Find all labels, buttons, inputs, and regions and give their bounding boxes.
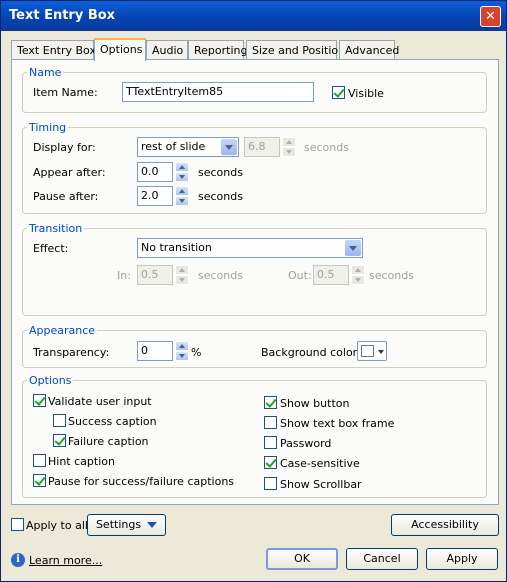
in-spinner[interactable] [175, 265, 189, 285]
item-name-input[interactable]: TTextEntryItem85 [122, 82, 314, 102]
in-input[interactable]: 0.5 [137, 265, 173, 285]
transparency-label: Transparency: [33, 346, 110, 359]
chevron-down-icon [147, 522, 158, 528]
tab-text-entry-box[interactable]: Text Entry Box [11, 40, 96, 60]
ok-button[interactable]: OK [266, 548, 338, 570]
case-sensitive-label: Case-sensitive [280, 457, 360, 470]
tab-reporting[interactable]: Reporting [188, 40, 247, 60]
pause-for-captions-label: Pause for success/failure captions [48, 475, 235, 488]
in-unit: seconds [198, 269, 243, 282]
display-seconds-unit: seconds [304, 141, 349, 154]
transparency-unit: % [191, 346, 202, 359]
show-scrollbar-label: Show Scrollbar [280, 478, 362, 491]
window-title: Text Entry Box [9, 8, 116, 23]
password-label: Password [280, 437, 332, 450]
password-checkbox[interactable] [264, 436, 277, 449]
apply-to-all-checkbox[interactable] [11, 518, 24, 531]
pause-for-captions-checkbox[interactable] [33, 474, 46, 487]
learn-more-link[interactable]: Learn more... [29, 554, 102, 567]
options-group-label: Options [27, 374, 74, 387]
out-label: Out: [288, 269, 312, 282]
display-seconds-spinner[interactable] [282, 137, 296, 157]
effect-select[interactable]: No transition [137, 238, 363, 258]
success-caption-label: Success caption [68, 415, 157, 428]
display-for-label: Display for: [33, 141, 96, 154]
title-bar: Text Entry Box ✕ [1, 1, 506, 31]
transparency-spinner[interactable] [175, 341, 189, 361]
out-unit: seconds [369, 269, 414, 282]
appear-after-spinner[interactable] [175, 162, 189, 182]
background-color-label: Background color: [261, 346, 361, 359]
out-spinner[interactable] [351, 265, 365, 285]
accessibility-button[interactable]: Accessibility [391, 514, 499, 536]
transition-group-label: Transition [27, 222, 85, 235]
pause-after-label: Pause after: [33, 190, 99, 203]
item-name-label: Item Name: [33, 86, 98, 99]
effect-label: Effect: [33, 242, 69, 255]
visible-label: Visible [348, 87, 384, 100]
show-text-box-frame-checkbox[interactable] [264, 416, 277, 429]
chevron-down-icon [345, 240, 361, 256]
failure-caption-label: Failure caption [68, 435, 149, 448]
tab-audio[interactable]: Audio [146, 40, 188, 60]
transparency-input[interactable]: 0 [137, 341, 173, 361]
apply-button[interactable]: Apply [426, 548, 498, 570]
appear-after-unit: seconds [198, 166, 243, 179]
settings-button[interactable]: Settings [87, 514, 166, 536]
in-label: In: [117, 269, 131, 282]
display-for-value: rest of slide [141, 140, 206, 153]
appear-after-input[interactable]: 0.0 [137, 162, 173, 182]
display-for-select[interactable]: rest of slide [137, 137, 239, 157]
tab-options[interactable]: Options [94, 38, 146, 61]
color-swatch [361, 345, 374, 357]
chevron-down-icon [221, 139, 237, 155]
info-icon: i [11, 553, 25, 567]
case-sensitive-checkbox[interactable] [264, 456, 277, 469]
name-group-label: Name [27, 66, 64, 79]
success-caption-checkbox[interactable] [53, 414, 66, 427]
close-button[interactable]: ✕ [480, 6, 501, 27]
show-scrollbar-checkbox[interactable] [264, 477, 277, 490]
apply-to-all-label: Apply to all [26, 519, 88, 532]
tab-size-and-position[interactable]: Size and Position [246, 40, 345, 60]
hint-caption-label: Hint caption [48, 455, 115, 468]
pause-after-spinner[interactable] [175, 186, 189, 206]
out-input[interactable]: 0.5 [313, 265, 349, 285]
validate-user-input-label: Validate user input [48, 395, 152, 408]
failure-caption-checkbox[interactable] [53, 434, 66, 447]
validate-user-input-checkbox[interactable] [33, 394, 46, 407]
show-text-box-frame-label: Show text box frame [280, 417, 395, 430]
effect-value: No transition [141, 241, 212, 254]
pause-after-unit: seconds [198, 190, 243, 203]
show-button-checkbox[interactable] [264, 396, 277, 409]
options-panel: Name Item Name: TTextEntryItem85 Visible… [11, 59, 499, 505]
tab-advanced[interactable]: Advanced [339, 40, 399, 60]
settings-button-label: Settings [95, 518, 142, 531]
hint-caption-checkbox[interactable] [33, 454, 46, 467]
timing-group-label: Timing [27, 121, 69, 134]
display-seconds-input[interactable]: 6.8 [244, 137, 280, 157]
pause-after-input[interactable]: 2.0 [137, 186, 173, 206]
chevron-down-icon [378, 350, 384, 354]
appearance-group-label: Appearance [27, 324, 98, 337]
show-button-label: Show button [280, 397, 350, 410]
dialog-window: Text Entry Box ✕ Text Entry Box Options … [0, 0, 507, 582]
visible-checkbox[interactable] [332, 86, 345, 99]
cancel-button[interactable]: Cancel [346, 548, 418, 570]
background-color-picker[interactable] [357, 341, 387, 361]
appear-after-label: Appear after: [33, 166, 106, 179]
